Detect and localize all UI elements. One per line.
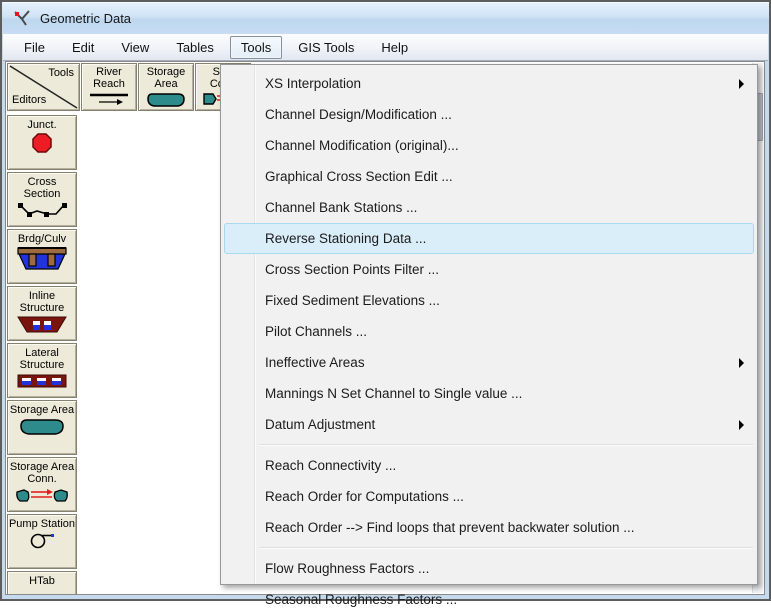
menu-item-label: XS Interpolation xyxy=(265,76,362,91)
storage-area-connection-icon xyxy=(16,489,68,502)
sidebar-button-lateral-structure[interactable]: Lateral Structure xyxy=(7,343,77,398)
storage-area-toolbar-button[interactable]: Storage Area xyxy=(138,63,194,111)
menu-item-cross-section-points-filter[interactable]: Cross Section Points Filter ... xyxy=(224,254,754,285)
sidebar-button-junction[interactable]: Junct. xyxy=(7,115,77,170)
menu-item-label: Ineffective Areas xyxy=(265,355,365,370)
menu-item-channel-design-modification[interactable]: Channel Design/Modification ... xyxy=(224,99,754,130)
lateral-structure-icon xyxy=(17,374,67,388)
menu-item-label: Channel Bank Stations ... xyxy=(265,200,418,215)
menu-item-label: Reverse Stationing Data ... xyxy=(265,231,427,246)
inline-structure-label: Inline Structure xyxy=(19,290,65,314)
storage-area-blob-icon xyxy=(147,93,185,107)
toolbar: Tools Editors River Reach Storage Area S… xyxy=(7,63,252,113)
menu-item-label: Pilot Channels ... xyxy=(265,324,368,339)
menu-item-pilot-channels[interactable]: Pilot Channels ... xyxy=(224,316,754,347)
menu-item-channel-modification-original[interactable]: Channel Modification (original)... xyxy=(224,130,754,161)
menu-item-label: Reach Order --> Find loops that prevent … xyxy=(265,520,635,535)
toolbar-label-tools: Tools xyxy=(48,67,74,79)
sidebar-button-storage-area-conn[interactable]: Storage Area Conn. xyxy=(7,457,77,512)
menu-item-label: Mannings N Set Channel to Single value .… xyxy=(265,386,523,401)
menu-item-reverse-stationing-data[interactable]: Reverse Stationing Data ... xyxy=(224,223,754,254)
menubar-item-help[interactable]: Help xyxy=(370,36,419,59)
menu-item-flow-roughness-factors[interactable]: Flow Roughness Factors ... xyxy=(224,553,754,584)
menu-item-graphical-cross-section-edit[interactable]: Graphical Cross Section Edit ... xyxy=(224,161,754,192)
menu-bar: File Edit View Tables Tools GIS Tools He… xyxy=(3,34,768,61)
htab-label: HTab xyxy=(29,575,55,587)
menu-item-label: Cross Section Points Filter ... xyxy=(265,262,440,277)
menu-item-label: Graphical Cross Section Edit ... xyxy=(265,169,453,184)
menubar-item-view[interactable]: View xyxy=(110,36,160,59)
editor-sidebar: Junct. Cross Section Brdg/Culv Inline St… xyxy=(7,115,80,594)
menu-item-label: Reach Connectivity ... xyxy=(265,458,397,473)
menubar-item-tables[interactable]: Tables xyxy=(165,36,225,59)
bridge-culvert-icon xyxy=(17,247,67,270)
sidebar-button-htab[interactable]: HTab xyxy=(7,571,77,594)
river-reach-arrow-icon xyxy=(90,93,128,105)
tools-editors-button[interactable]: Tools Editors xyxy=(7,63,80,111)
junction-node-icon xyxy=(32,133,52,153)
menubar-item-edit[interactable]: Edit xyxy=(61,36,105,59)
menu-item-datum-adjustment[interactable]: Datum Adjustment xyxy=(224,409,754,440)
submenu-arrow-icon xyxy=(739,419,744,430)
menu-item-fixed-sediment-elevations[interactable]: Fixed Sediment Elevations ... xyxy=(224,285,754,316)
app-icon xyxy=(14,10,30,26)
sidebar-button-storage-area[interactable]: Storage Area xyxy=(7,400,77,455)
junction-label: Junct. xyxy=(27,119,57,131)
menu-item-label: Seasonal Roughness Factors ... xyxy=(265,592,458,607)
river-reach-label: River Reach xyxy=(93,66,125,90)
lateral-structure-label: Lateral Structure xyxy=(19,347,65,371)
menu-item-reach-order-find-loops[interactable]: Reach Order --> Find loops that prevent … xyxy=(224,512,754,543)
storage-area-label: Storage Area xyxy=(9,404,75,416)
menu-item-label: Datum Adjustment xyxy=(265,417,376,432)
menu-item-channel-bank-stations[interactable]: Channel Bank Stations ... xyxy=(224,192,754,223)
pump-station-label: Pump Station xyxy=(8,518,76,530)
submenu-arrow-icon xyxy=(739,78,744,89)
menu-item-seasonal-roughness-factors[interactable]: Seasonal Roughness Factors ... xyxy=(224,584,754,615)
storage-area-toolbar-label: Storage Area xyxy=(146,66,186,90)
sidebar-button-bridge-culvert[interactable]: Brdg/Culv xyxy=(7,229,77,284)
cross-section-label: Cross Section xyxy=(23,176,61,200)
cross-section-profile-icon xyxy=(18,203,67,217)
menubar-item-tools[interactable]: Tools xyxy=(229,35,283,59)
menu-item-label: Reach Order for Computations ... xyxy=(265,489,464,504)
bridge-culvert-label: Brdg/Culv xyxy=(17,233,67,245)
pump-icon xyxy=(30,533,54,549)
inline-structure-icon xyxy=(17,316,67,333)
geometric-data-window: Geometric Data File Edit View Tables Too… xyxy=(0,0,771,607)
sidebar-button-pump-station[interactable]: Pump Station xyxy=(7,514,77,569)
menubar-item-gis-tools[interactable]: GIS Tools xyxy=(287,36,365,59)
submenu-arrow-icon xyxy=(739,357,744,368)
window-title: Geometric Data xyxy=(40,10,132,26)
menu-item-reach-connectivity[interactable]: Reach Connectivity ... xyxy=(224,450,754,481)
menu-item-mannings-n-set-channel[interactable]: Mannings N Set Channel to Single value .… xyxy=(224,378,754,409)
menu-item-ineffective-areas[interactable]: Ineffective Areas xyxy=(224,347,754,378)
river-reach-button[interactable]: River Reach xyxy=(81,63,137,111)
storage-area-conn-label: Storage Area Conn. xyxy=(9,461,75,485)
sidebar-button-cross-section[interactable]: Cross Section xyxy=(7,172,77,227)
menubar-item-file[interactable]: File xyxy=(13,36,56,59)
menu-item-reach-order-for-computations[interactable]: Reach Order for Computations ... xyxy=(224,481,754,512)
storage-area-blob-icon xyxy=(20,419,64,435)
title-bar[interactable]: Geometric Data xyxy=(2,2,769,34)
menu-item-label: Fixed Sediment Elevations ... xyxy=(265,293,440,308)
menu-item-xs-interpolation[interactable]: XS Interpolation xyxy=(224,68,754,99)
menu-item-label: Channel Design/Modification ... xyxy=(265,107,452,122)
menu-item-label: Flow Roughness Factors ... xyxy=(265,561,430,576)
tools-dropdown-menu: XS Interpolation Channel Design/Modifica… xyxy=(220,64,758,607)
menu-separator xyxy=(259,444,753,446)
menu-item-label: Channel Modification (original)... xyxy=(265,138,459,153)
sidebar-button-inline-structure[interactable]: Inline Structure xyxy=(7,286,77,341)
menu-separator xyxy=(259,547,753,549)
toolbar-label-editors: Editors xyxy=(12,94,47,106)
